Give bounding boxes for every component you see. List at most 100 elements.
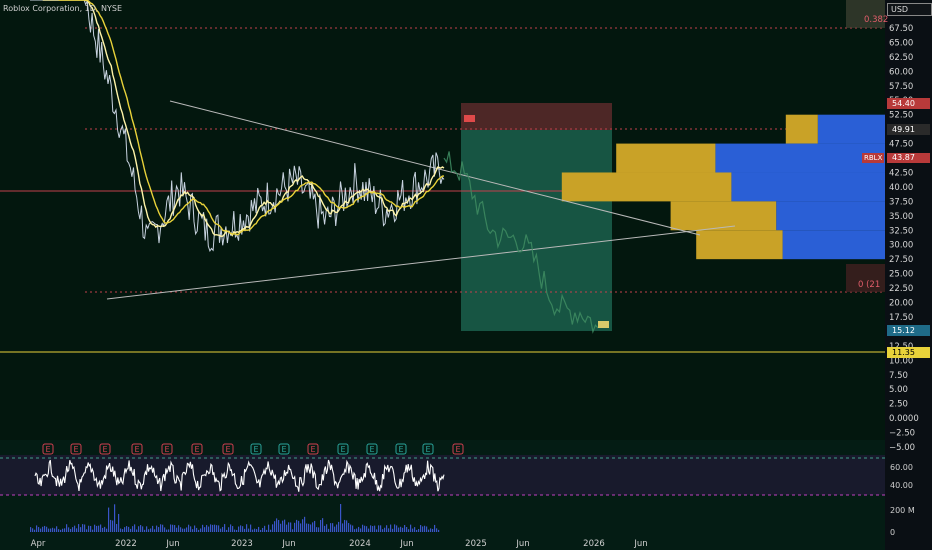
- volume-bar: [62, 528, 64, 532]
- price-chart[interactable]: E E E E E E E E E E E E E E E 67.50 65.00 62.50 60.00 57.5…: [0, 0, 932, 550]
- volume-bar: [272, 524, 274, 532]
- volume-bar: [194, 525, 196, 532]
- price-tick-label: 25.00: [889, 270, 913, 280]
- volume-bar: [212, 524, 214, 532]
- volume-bar: [410, 524, 412, 532]
- volume-bar: [236, 529, 238, 532]
- volume-bar: [334, 526, 336, 532]
- volume-bar: [142, 526, 144, 532]
- earnings-marker-label: E: [425, 445, 430, 454]
- volume-bar: [408, 529, 410, 532]
- earnings-marker-label: E: [253, 445, 258, 454]
- stop-loss-zone[interactable]: [461, 103, 612, 130]
- earnings-marker-label: E: [102, 445, 107, 454]
- volume-bar: [268, 524, 270, 532]
- volume-bar: [296, 519, 298, 532]
- event-markers[interactable]: EEEEEEEEEEEEEEE: [42, 443, 464, 455]
- price-tick-label: 22.50: [889, 284, 913, 294]
- earnings-marker-label: E: [369, 445, 374, 454]
- currency-label[interactable]: USD: [887, 3, 932, 16]
- volume-bar: [302, 519, 304, 532]
- volume-bar: [166, 529, 168, 532]
- volume-bar: [264, 525, 266, 532]
- volume-bar: [306, 523, 308, 532]
- volume-bar: [430, 528, 432, 532]
- price-tick-label: 67.50: [889, 24, 913, 34]
- volume-bar: [300, 523, 302, 532]
- volume-bar: [246, 524, 248, 532]
- volume-bar: [390, 524, 392, 532]
- volume-profile-down-bar: [817, 114, 885, 144]
- volume-bar: [356, 528, 358, 532]
- volume-bar: [326, 524, 328, 532]
- volume-bar: [178, 525, 180, 532]
- volume-bar: [270, 529, 272, 532]
- volume-profile-up-bar: [561, 172, 732, 202]
- volume-bar: [348, 523, 350, 532]
- volume-bar: [360, 528, 362, 532]
- chart-stage[interactable]: E E E E E E E E E E E E E E E 67.50 65.00 62.50 60.00 57.5…: [0, 0, 932, 550]
- volume-bar: [168, 529, 170, 532]
- volume-bar: [304, 516, 306, 532]
- volume-bar: [406, 526, 408, 532]
- volume-bar: [34, 529, 36, 532]
- time-tick-label: Jun: [399, 539, 413, 549]
- volume-profile-up-bar: [696, 230, 783, 260]
- volume-bar: [42, 526, 44, 532]
- volume-profile-up-bar: [785, 114, 818, 144]
- price-tick-label: −2.50: [889, 429, 915, 439]
- volume-bar: [148, 529, 150, 532]
- volume-profile-up-bar: [616, 143, 716, 173]
- price-tick-label: 17.50: [889, 313, 913, 323]
- volume-bar: [388, 528, 390, 532]
- volume-profile-down-bar: [715, 143, 885, 173]
- volume-bar: [226, 529, 228, 532]
- time-tick-label: 2024: [349, 539, 371, 549]
- volume-bar: [344, 519, 346, 532]
- volume-bar: [32, 528, 34, 532]
- volume-bar: [220, 528, 222, 532]
- time-tick-label: 2023: [231, 539, 253, 549]
- volume-bar: [132, 526, 134, 532]
- support-price-label: 11.35: [887, 347, 930, 358]
- volume-bar: [68, 527, 70, 532]
- volume-bar: [186, 527, 188, 532]
- volume-profile-down-bar: [776, 201, 885, 231]
- volume-bar: [372, 526, 374, 532]
- price-tick-label: 0.0000: [889, 414, 919, 424]
- volume-bar: [72, 527, 74, 532]
- volume-bar: [190, 526, 192, 532]
- volume-bar: [96, 525, 98, 532]
- flag-icon[interactable]: [464, 115, 475, 122]
- volume-bar: [134, 524, 136, 532]
- rsi-tick-40: 40.00: [890, 481, 913, 490]
- volume-bar: [210, 524, 212, 532]
- price-tick-label: 57.50: [889, 82, 913, 92]
- volume-bar: [54, 528, 56, 532]
- profit-target-zone[interactable]: [461, 130, 612, 331]
- time-tick-label: Jun: [633, 539, 647, 549]
- volume-bar: [90, 525, 92, 532]
- flag-icon[interactable]: [598, 321, 609, 328]
- volume-bar: [76, 528, 78, 532]
- volume-bar: [202, 524, 204, 532]
- volume-bar: [416, 529, 418, 532]
- volume-bar: [188, 524, 190, 532]
- price-tick-label: 37.50: [889, 197, 913, 207]
- volume-profile-down-bar: [782, 230, 885, 260]
- volume-bar: [320, 519, 322, 532]
- earnings-marker-label: E: [225, 445, 230, 454]
- time-tick-label: 2025: [465, 539, 487, 549]
- time-tick-label: 2026: [583, 539, 605, 549]
- volume-bar: [106, 528, 108, 532]
- volume-bar: [398, 527, 400, 532]
- volume-bar: [64, 528, 66, 532]
- earnings-marker-label: E: [310, 445, 315, 454]
- volume-bar: [424, 525, 426, 532]
- volume-bar: [58, 529, 60, 532]
- volume-bar: [346, 520, 348, 532]
- volume-bar: [158, 527, 160, 532]
- volume-bar: [342, 523, 344, 532]
- volume-bar: [232, 526, 234, 532]
- volume-bar: [338, 521, 340, 532]
